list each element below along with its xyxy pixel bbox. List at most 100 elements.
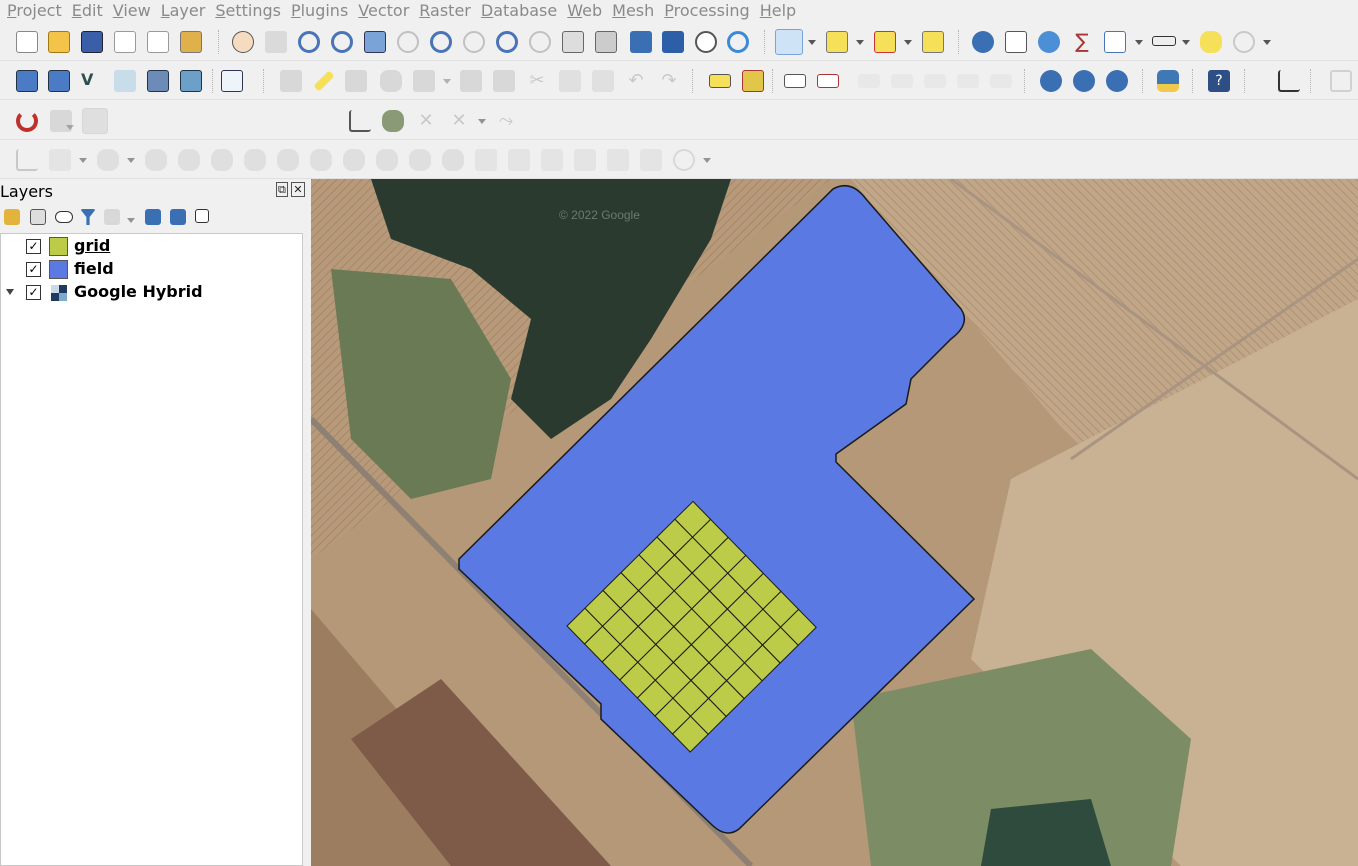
- refresh-icon[interactable]: [727, 31, 749, 53]
- offset-curve-icon[interactable]: [310, 149, 332, 171]
- rotate-features-icon[interactable]: [673, 149, 695, 171]
- menu-view[interactable]: View: [108, 1, 156, 21]
- python-console-icon[interactable]: [1157, 70, 1179, 92]
- redo-icon[interactable]: ↷: [658, 70, 680, 92]
- zoom-full-icon[interactable]: [364, 31, 386, 53]
- snapping-type-icon[interactable]: [82, 108, 108, 134]
- new-3d-view-icon[interactable]: [595, 31, 617, 53]
- deselect-all-icon[interactable]: [874, 31, 896, 53]
- menu-layer[interactable]: Layer: [156, 1, 211, 21]
- reverse-line-icon[interactable]: [574, 149, 596, 171]
- self-snapping-icon[interactable]: ✕: [448, 110, 470, 132]
- snapping-magnet-icon[interactable]: [16, 110, 38, 132]
- select-features-icon[interactable]: [775, 29, 803, 55]
- profile-tool-icon[interactable]: [1278, 70, 1300, 92]
- quickmapservices-icon[interactable]: [1040, 70, 1062, 92]
- toggle-editing-icon[interactable]: [313, 70, 335, 92]
- cut-features-icon[interactable]: ✂: [526, 70, 548, 92]
- show-hide-labels-icon[interactable]: [957, 74, 979, 88]
- simplify-features-icon[interactable]: [541, 149, 563, 171]
- temporal-controller-icon[interactable]: [695, 31, 717, 53]
- copy-features-icon[interactable]: [559, 70, 581, 92]
- new-map-view-icon[interactable]: [562, 31, 584, 53]
- menu-edit[interactable]: Edit: [67, 1, 108, 21]
- new-print-layout-icon[interactable]: [114, 31, 136, 53]
- measure-line-icon[interactable]: [1152, 36, 1176, 46]
- new-temporary-layer-icon[interactable]: [114, 70, 136, 92]
- select-by-value-icon[interactable]: [826, 31, 848, 53]
- float-panel-icon[interactable]: ⧉: [276, 182, 288, 197]
- menu-web[interactable]: Web: [562, 1, 607, 21]
- menu-mesh[interactable]: Mesh: [607, 1, 659, 21]
- more-tools-icon[interactable]: [1330, 70, 1352, 92]
- show-bookmarks-icon[interactable]: [662, 31, 684, 53]
- delete-part-icon[interactable]: [244, 149, 266, 171]
- reshape-features-icon[interactable]: [277, 149, 299, 171]
- align-features-icon[interactable]: [640, 149, 662, 171]
- merge-attributes-icon[interactable]: [442, 149, 464, 171]
- menu-help[interactable]: Help: [755, 1, 801, 21]
- qms-settings-icon[interactable]: [1106, 70, 1128, 92]
- menu-processing[interactable]: Processing: [659, 1, 754, 21]
- collapse-all-icon[interactable]: [170, 209, 186, 225]
- layer-row-grid[interactable]: ✓ grid: [1, 235, 301, 258]
- undo-icon[interactable]: ↶: [625, 70, 647, 92]
- current-edits-icon[interactable]: [280, 70, 302, 92]
- fill-ring-icon[interactable]: [178, 149, 200, 171]
- label-properties-icon[interactable]: [990, 74, 1012, 88]
- offset-point-symbols-icon[interactable]: [508, 149, 530, 171]
- manage-map-themes-icon[interactable]: [55, 211, 73, 223]
- paste-features-icon[interactable]: [592, 70, 614, 92]
- delete-selected-icon[interactable]: [493, 70, 515, 92]
- snapping-intersection-icon[interactable]: [382, 110, 404, 132]
- add-part-icon[interactable]: [145, 149, 167, 171]
- layer-visibility-checkbox[interactable]: ✓: [26, 239, 41, 254]
- new-bookmark-icon[interactable]: [630, 31, 652, 53]
- menu-database[interactable]: Database: [476, 1, 562, 21]
- close-panel-icon[interactable]: ✕: [291, 182, 305, 197]
- trim-extend-icon[interactable]: [607, 149, 629, 171]
- zoom-last-icon[interactable]: [496, 31, 518, 53]
- filter-by-expression-icon[interactable]: [104, 209, 120, 225]
- rotate-point-symbols-icon[interactable]: [475, 149, 497, 171]
- qms-search-icon[interactable]: [1073, 70, 1095, 92]
- zoom-out-icon[interactable]: [331, 31, 353, 53]
- attribute-table-icon[interactable]: [1005, 31, 1027, 53]
- digitize-curve-icon[interactable]: [49, 149, 71, 171]
- zoom-to-layer-icon[interactable]: [430, 31, 452, 53]
- expand-arrow-icon[interactable]: [6, 289, 14, 295]
- map-canvas[interactable]: © 2022 Google: [311, 179, 1358, 866]
- open-project-icon[interactable]: [48, 31, 70, 53]
- pan-map-icon[interactable]: [232, 31, 254, 53]
- style-manager-icon[interactable]: [180, 31, 202, 53]
- add-group-icon[interactable]: [30, 209, 46, 225]
- remove-layer-icon[interactable]: [195, 209, 209, 223]
- identify-features-icon[interactable]: [972, 31, 994, 53]
- new-geopackage-layer-icon[interactable]: [48, 70, 70, 92]
- zoom-to-selection-icon[interactable]: [397, 31, 419, 53]
- avoid-overlap-icon[interactable]: ✕: [415, 110, 437, 132]
- new-shapefile-layer-icon[interactable]: V: [81, 70, 103, 92]
- new-project-icon[interactable]: [16, 31, 38, 53]
- layer-row-field[interactable]: ✓ field: [1, 258, 301, 281]
- move-label-icon[interactable]: [858, 74, 880, 88]
- statistics-icon[interactable]: ∑: [1071, 31, 1093, 53]
- rotate-label-icon[interactable]: [891, 74, 913, 88]
- save-project-icon[interactable]: [81, 31, 103, 53]
- zoom-native-icon[interactable]: [463, 31, 485, 53]
- layer-row-google-hybrid[interactable]: ✓ Google Hybrid: [1, 281, 301, 304]
- menu-raster[interactable]: Raster: [414, 1, 476, 21]
- tracing-icon[interactable]: ⤳: [495, 110, 517, 132]
- zoom-next-icon[interactable]: [529, 31, 551, 53]
- new-virtual-layer-icon[interactable]: [147, 70, 169, 92]
- menu-project[interactable]: Project: [2, 1, 67, 21]
- digitize-shape-icon[interactable]: [16, 149, 38, 171]
- layer-visibility-checkbox[interactable]: ✓: [26, 285, 41, 300]
- split-parts-icon[interactable]: [376, 149, 398, 171]
- help-contents-icon[interactable]: ?: [1208, 70, 1230, 92]
- modify-attributes-icon[interactable]: [460, 70, 482, 92]
- menu-plugins[interactable]: Plugins: [286, 1, 353, 21]
- pan-to-selection-icon[interactable]: [265, 31, 287, 53]
- data-source-manager-icon[interactable]: [16, 70, 38, 92]
- highlight-pinned-labels-icon[interactable]: [817, 74, 839, 88]
